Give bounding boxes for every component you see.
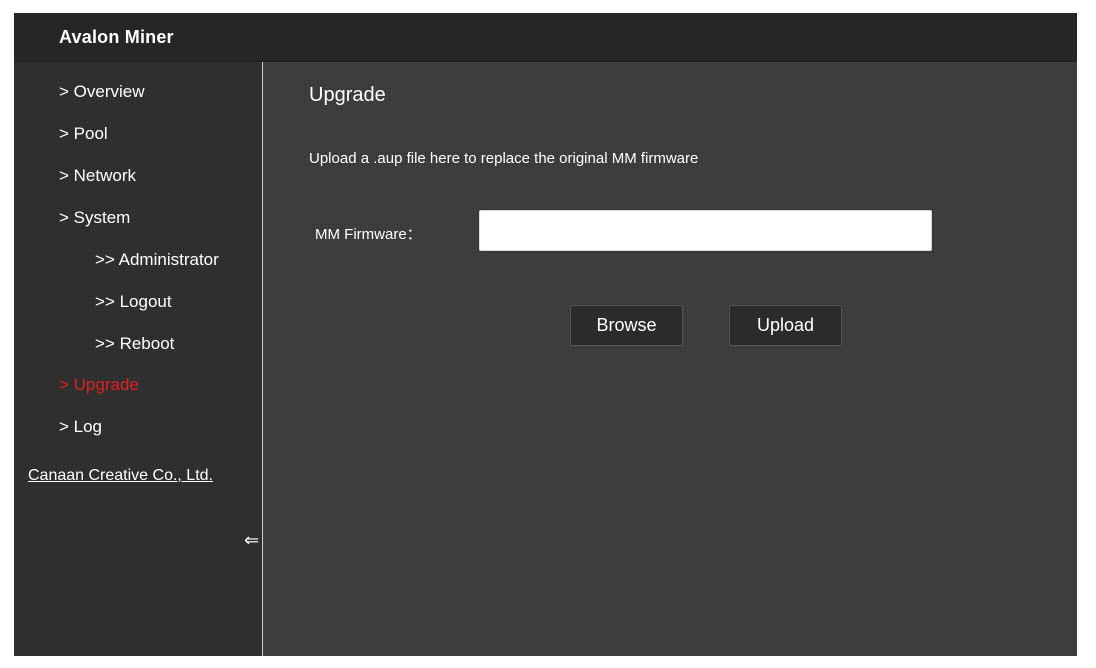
sidebar-item-network[interactable]: > Network: [59, 166, 136, 186]
firmware-file-input[interactable]: [479, 210, 932, 251]
sidebar-item-reboot[interactable]: >> Reboot: [95, 334, 174, 354]
company-link[interactable]: Canaan Creative Co., Ltd.: [28, 467, 213, 485]
upgrade-description: Upload a .aup file here to replace the o…: [309, 150, 699, 167]
sidebar-item-log[interactable]: > Log: [59, 417, 102, 437]
top-bar: Avalon Miner: [14, 13, 1077, 62]
sidebar: > Overview > Pool > Network > System >> …: [14, 62, 262, 656]
browse-button[interactable]: Browse: [570, 305, 683, 346]
collapse-sidebar-icon[interactable]: ⇐: [244, 530, 259, 551]
sidebar-item-administrator[interactable]: >> Administrator: [95, 250, 219, 270]
page-title: Upgrade: [309, 84, 386, 106]
upload-button[interactable]: Upload: [729, 305, 842, 346]
sidebar-item-upgrade[interactable]: > Upgrade: [59, 375, 139, 395]
firmware-label: MM Firmware：: [315, 226, 422, 243]
app-title: Avalon Miner: [59, 27, 174, 47]
sidebar-item-pool[interactable]: > Pool: [59, 124, 108, 144]
app-frame: Avalon Miner > Overview > Pool > Network…: [14, 13, 1077, 656]
sidebar-item-system[interactable]: > System: [59, 208, 130, 228]
sidebar-item-logout[interactable]: >> Logout: [95, 292, 172, 312]
main-content: Upgrade Upload a .aup file here to repla…: [263, 62, 1077, 656]
sidebar-item-overview[interactable]: > Overview: [59, 82, 145, 102]
